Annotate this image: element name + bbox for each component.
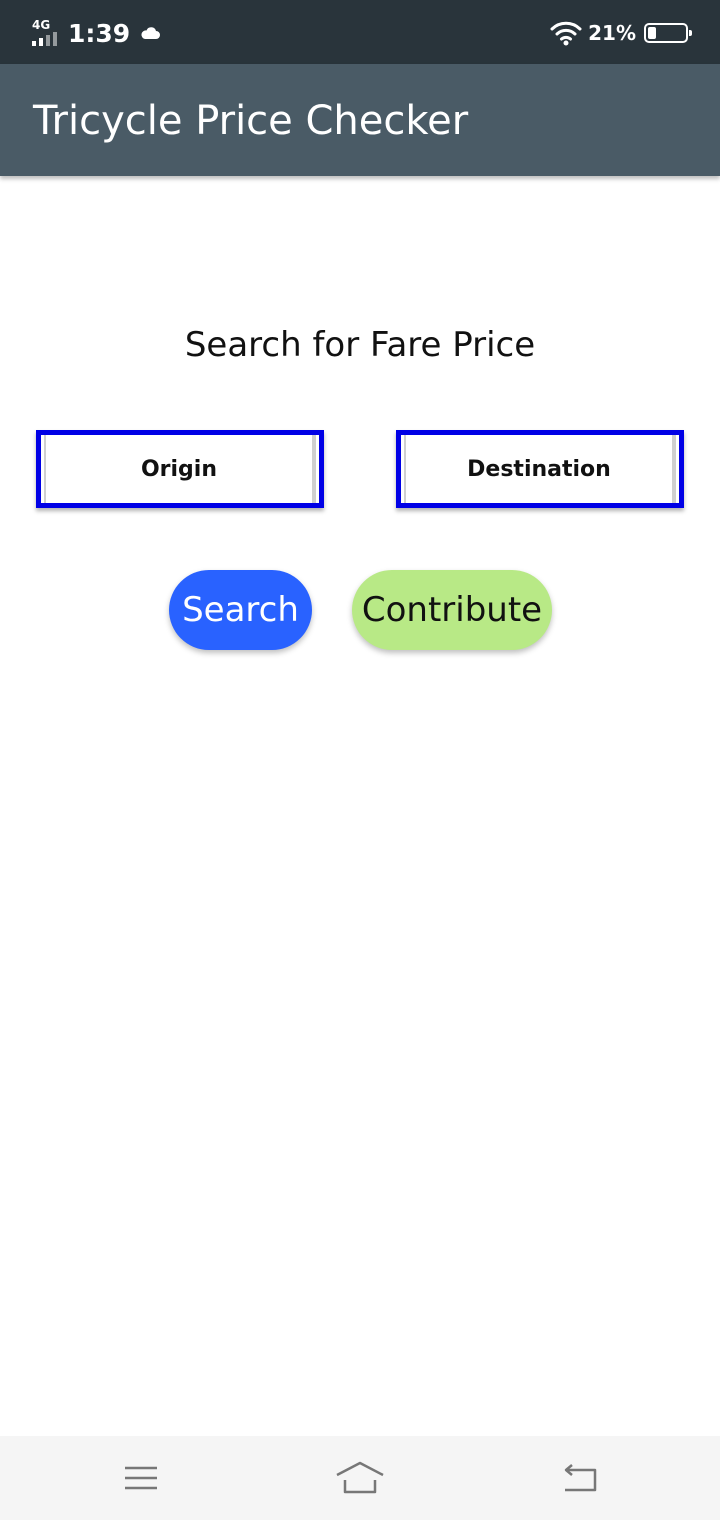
menu-icon xyxy=(125,1466,157,1490)
status-bar: 4G 1:39 21% xyxy=(0,0,720,64)
battery-icon xyxy=(644,23,692,43)
screen: 4G 1:39 21% Tricycle Price Checker Searc… xyxy=(0,0,720,1520)
app-bar: Tricycle Price Checker xyxy=(0,64,720,176)
origin-field[interactable]: Origin xyxy=(36,430,324,508)
back-button[interactable] xyxy=(554,1458,604,1498)
search-heading: Search for Fare Price xyxy=(184,325,536,365)
cloud-icon xyxy=(141,27,161,39)
navigation-bar xyxy=(0,1436,720,1520)
app-title: Tricycle Price Checker xyxy=(33,98,469,144)
home-button[interactable] xyxy=(335,1458,385,1498)
status-left: 4G 1:39 xyxy=(30,14,161,52)
search-button[interactable]: Search xyxy=(169,570,312,650)
wifi-icon xyxy=(550,21,582,46)
battery-percent: 21% xyxy=(588,21,636,45)
battery-level-fill xyxy=(648,27,656,39)
destination-label: Destination xyxy=(404,435,676,503)
status-right: 21% xyxy=(550,14,692,52)
menu-button[interactable] xyxy=(116,1458,166,1498)
clock: 1:39 xyxy=(68,18,131,48)
back-icon xyxy=(564,1464,597,1492)
home-icon xyxy=(336,1461,384,1494)
signal-icon: 4G xyxy=(30,18,62,48)
network-type: 4G xyxy=(32,18,51,32)
destination-field[interactable]: Destination xyxy=(396,430,684,508)
contribute-button[interactable]: Contribute xyxy=(352,570,552,650)
origin-label: Origin xyxy=(44,435,316,503)
